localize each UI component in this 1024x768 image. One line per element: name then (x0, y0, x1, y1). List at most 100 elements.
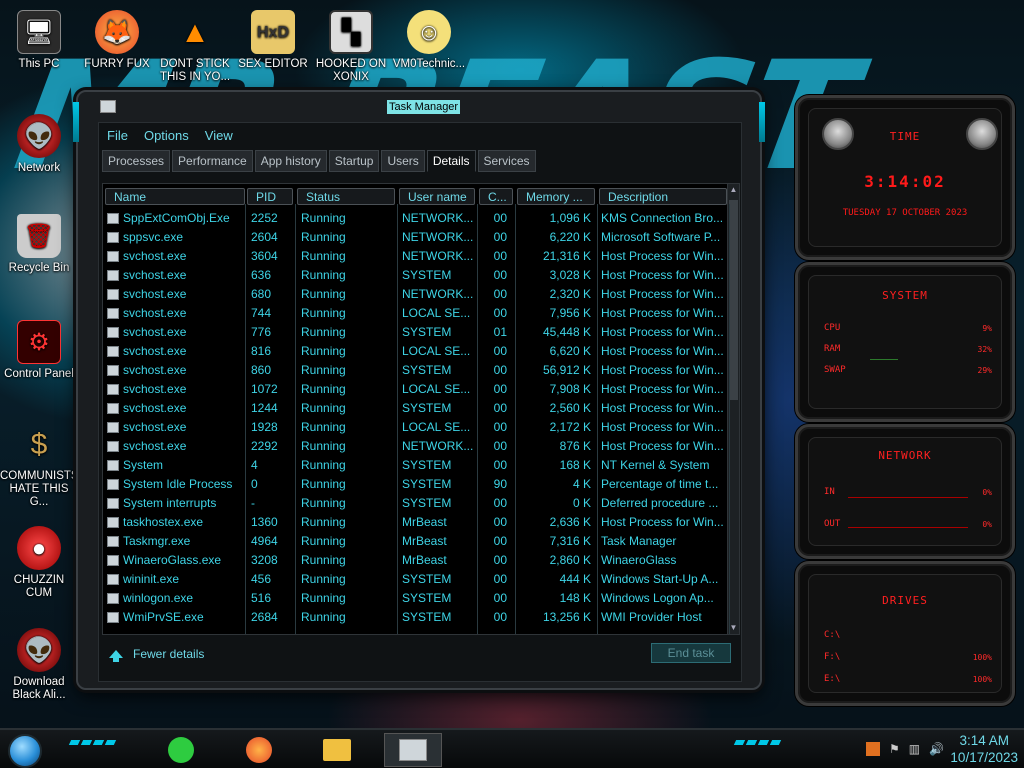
tab-app-history[interactable]: App history (254, 150, 327, 172)
taskbar-app-explorer[interactable] (312, 733, 362, 767)
desktop-icon-label: Network (17, 162, 61, 174)
desktop-icon-network[interactable]: 👽 Network (0, 114, 78, 175)
table-row[interactable]: svchost.exe 816 Running LOCAL SE... 00 6,620 … (103, 342, 733, 361)
desktop-icon-furry-fux[interactable]: 🦊 FURRY FUX (78, 10, 156, 71)
clock-gadget[interactable]: TIME 3:14:02 TUESDAY 17 OCTOBER 2023 (795, 95, 1015, 260)
network-tray-icon[interactable]: ▥ (909, 742, 920, 756)
menu-file[interactable]: File (107, 128, 128, 143)
table-row[interactable]: svchost.exe 744 Running LOCAL SE... 00 7,956 … (103, 304, 733, 323)
desktop-icon-sex-editor[interactable]: HxD SEX EDITOR (234, 10, 312, 71)
table-row[interactable]: WinaeroGlass.exe 3208 Running MrBeast 00 2,86… (103, 551, 733, 570)
header-name[interactable]: Name (105, 188, 245, 205)
green-notes-icon (168, 737, 194, 763)
desktop-icon-vm0technic[interactable]: ☺ VM0Technic... (390, 10, 468, 71)
taskbar-decoration (733, 740, 782, 745)
table-row[interactable]: svchost.exe 776 Running SYSTEM 01 45,448 K Hos… (103, 323, 733, 342)
header-pid[interactable]: PID (247, 188, 293, 205)
tab-users[interactable]: Users (381, 150, 425, 172)
tab-details[interactable]: Details (426, 150, 476, 172)
desktop-icon-dont-stick[interactable]: ▲ DONT STICK THIS IN YO... (156, 10, 234, 84)
taskbar-app-firefox[interactable] (234, 733, 284, 767)
table-row[interactable]: wininit.exe 456 Running SYSTEM 00 444 K Window… (103, 570, 733, 589)
table-row[interactable]: System interrupts - Running SYSTEM 00 0 K Defe… (103, 494, 733, 513)
table-row[interactable]: svchost.exe 1928 Running LOCAL SE... 00 2,172… (103, 418, 733, 437)
drive-f-label: F:\ (824, 652, 841, 662)
menu-options[interactable]: Options (144, 128, 189, 143)
drive-e-value: 100% (972, 675, 992, 684)
header-cpu[interactable]: C... (479, 188, 513, 205)
table-row[interactable]: System 4 Running SYSTEM 00 168 K NT Kernel & S… (103, 456, 733, 475)
tab-performance[interactable]: Performance (172, 150, 253, 172)
table-row[interactable]: winlogon.exe 516 Running SYSTEM 00 148 K Windo… (103, 589, 733, 608)
header-memory[interactable]: Memory ... (517, 188, 595, 205)
process-name: SppExtComObj.Exe (123, 211, 230, 225)
tab-processes[interactable]: Processes (102, 150, 171, 172)
table-row[interactable]: sppsvc.exe 2604 Running NETWORK... 00 6,220 K… (103, 228, 733, 247)
taskbar-app-notes[interactable] (156, 733, 206, 767)
volume-icon[interactable]: 🔊 (929, 742, 944, 756)
process-name: Taskmgr.exe (123, 534, 191, 548)
header-description[interactable]: Description (599, 188, 727, 205)
process-pid: 744 (251, 306, 272, 320)
table-row[interactable]: svchost.exe 3604 Running NETWORK... 00 21,316… (103, 247, 733, 266)
process-cpu: 00 (493, 496, 507, 510)
drives-gadget[interactable]: DRIVES C:\ F:\ 100% E:\ 100% (795, 561, 1015, 706)
fewer-details-link[interactable]: Fewer details (109, 647, 204, 662)
desktop-icon-download-black-ali[interactable]: 👽 Download Black Ali... (0, 628, 78, 702)
scroll-up-arrow-icon[interactable]: ▲ (728, 184, 739, 196)
process-status: Running (301, 363, 346, 377)
desktop-icon-recycle-bin[interactable]: 🗑 Recycle Bin (0, 214, 78, 275)
table-row[interactable]: taskhostex.exe 1360 Running MrBeast 00 2,636 … (103, 513, 733, 532)
process-memory: 876 K (559, 439, 591, 453)
process-name: svchost.exe (123, 325, 187, 339)
scroll-thumb[interactable] (729, 200, 738, 400)
desktop-icon-label: HOOKED ON XONIX (315, 58, 387, 83)
taskbar-clock[interactable]: 3:14 AM 10/17/2023 (950, 732, 1018, 766)
task-manager-window[interactable]: Task Manager File Options View Processes… (73, 90, 765, 690)
table-row[interactable]: svchost.exe 860 Running SYSTEM 00 56,912 K Hos… (103, 361, 733, 380)
network-gadget[interactable]: NETWORK IN 0% OUT 0% (795, 424, 1015, 559)
process-pid: 1244 (251, 401, 278, 415)
table-row[interactable]: svchost.exe 636 Running SYSTEM 00 3,028 K Host… (103, 266, 733, 285)
tab-startup[interactable]: Startup (328, 150, 380, 172)
header-user-name[interactable]: User name (399, 188, 475, 205)
process-description: Host Process for Win... (601, 325, 723, 339)
table-row[interactable]: SppExtComObj.Exe 2252 Running NETWORK... 00 1… (103, 209, 733, 228)
table-row[interactable]: svchost.exe 2292 Running NETWORK... 00 876 K H… (103, 437, 733, 456)
desktop-icon-label: This PC (18, 58, 60, 70)
end-task-button[interactable]: End task (651, 643, 731, 663)
system-title: SYSTEM (882, 289, 928, 302)
desktop-icon-chuzzin-cum[interactable]: ● CHUZZIN CUM (0, 526, 78, 600)
chuzzle-icon: ● (17, 526, 61, 570)
process-name: sppsvc.exe (123, 230, 184, 244)
process-cpu: 90 (493, 477, 507, 491)
alien-icon: 👽 (17, 628, 61, 672)
table-row[interactable]: svchost.exe 1072 Running LOCAL SE... 00 7,908… (103, 380, 733, 399)
process-pid: 860 (251, 363, 272, 377)
desktop-icon-control-panel[interactable]: ⚙ Control Panel (0, 320, 78, 381)
action-center-flag-icon[interactable]: ⚑ (889, 742, 900, 756)
process-name: System interrupts (123, 496, 217, 510)
table-row[interactable]: WmiPrvSE.exe 2684 Running SYSTEM 00 13,256 K W… (103, 608, 733, 627)
taskbar-app-task-manager[interactable] (384, 733, 442, 767)
desktop-icon-communists[interactable]: $ COMMUNISTS HATE THIS G... (0, 422, 79, 509)
table-row[interactable]: svchost.exe 1244 Running SYSTEM 00 2,560 K Hos… (103, 399, 733, 418)
process-status: Running (301, 287, 346, 301)
start-button[interactable] (8, 734, 42, 768)
table-row[interactable]: svchost.exe 680 Running NETWORK... 00 2,320 K… (103, 285, 733, 304)
header-status[interactable]: Status (297, 188, 395, 205)
menu-view[interactable]: View (205, 128, 233, 143)
table-row[interactable]: Taskmgr.exe 4964 Running MrBeast 00 7,316 K Ta… (103, 532, 733, 551)
tab-services[interactable]: Services (477, 150, 536, 172)
title-bar[interactable]: Task Manager (78, 92, 760, 120)
desktop-icon-hooked-on-xonix[interactable]: ▚ HOOKED ON XONIX (312, 10, 390, 84)
process-memory: 6,620 K (549, 344, 591, 358)
process-user: SYSTEM (402, 363, 452, 377)
process-status: Running (301, 572, 346, 586)
table-row[interactable]: System Idle Process 0 Running SYSTEM 90 4 K Pe… (103, 475, 733, 494)
process-description: Host Process for Win... (601, 306, 723, 320)
gadget-date: TUESDAY 17 OCTOBER 2023 (842, 208, 968, 218)
tray-app-icon[interactable] (865, 742, 880, 756)
system-gadget[interactable]: SYSTEM CPU 9% RAM 32% SWAP 29% (795, 262, 1015, 422)
desktop-icon-this-pc[interactable]: 🖥 This PC (0, 10, 78, 71)
